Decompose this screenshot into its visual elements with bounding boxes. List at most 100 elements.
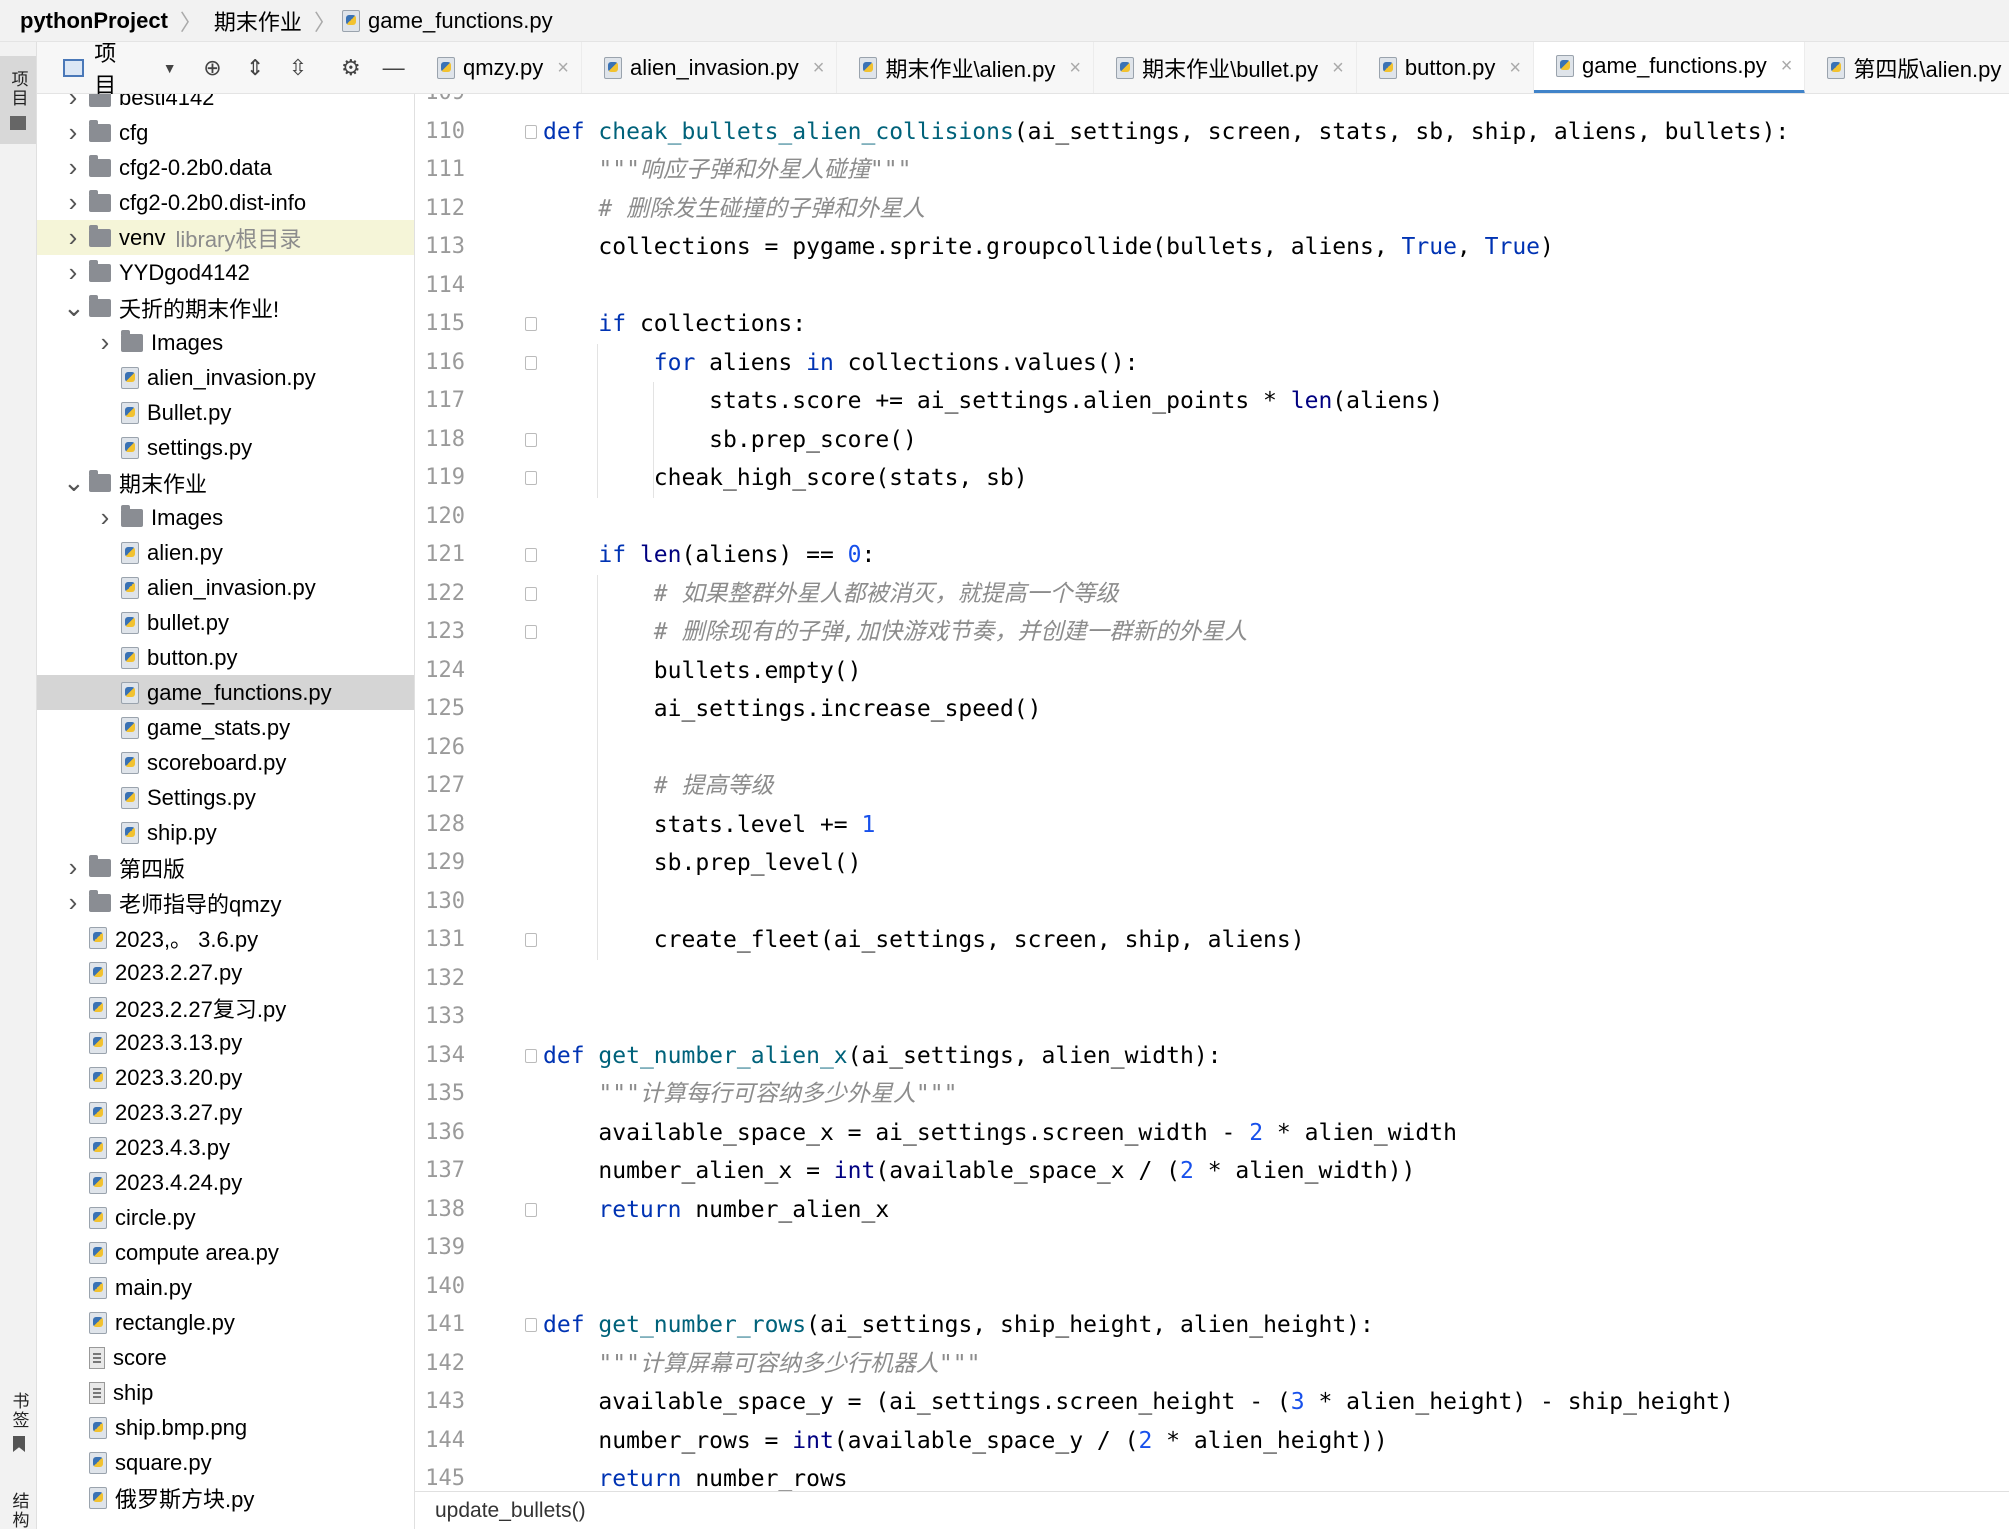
tree-item[interactable]: › Images: [37, 325, 414, 360]
collapse-all-icon[interactable]: ⇳: [285, 54, 312, 82]
current-function-context[interactable]: update_bullets(): [435, 1499, 586, 1523]
close-icon[interactable]: ×: [1332, 57, 1344, 80]
fold-marker-icon[interactable]: [525, 1048, 537, 1063]
code-line[interactable]: 138 return number_alien_x: [415, 1191, 2009, 1230]
tree-item[interactable]: 2023.3.13.py: [37, 1025, 414, 1060]
code-line[interactable]: 131 create_fleet(ai_settings, screen, sh…: [415, 921, 2009, 960]
code-line[interactable]: 121 if len(aliens) == 0:: [415, 536, 2009, 575]
close-icon[interactable]: ×: [1509, 57, 1521, 80]
tree-item[interactable]: bullet.py: [37, 605, 414, 640]
code-line[interactable]: 139: [415, 1229, 2009, 1268]
code-line[interactable]: 142 """计算屏幕可容纳多少行机器人""": [415, 1345, 2009, 1384]
project-view-label[interactable]: 项目: [94, 36, 136, 100]
chevron-down-icon[interactable]: ⌄: [63, 467, 85, 498]
close-icon[interactable]: ×: [1781, 55, 1793, 78]
code-line[interactable]: 134 def get_number_alien_x(ai_settings, a…: [415, 1037, 2009, 1076]
code-line[interactable]: 126: [415, 729, 2009, 768]
code-line[interactable]: 133: [415, 998, 2009, 1037]
tree-item[interactable]: › YYDgod4142: [37, 255, 414, 290]
code-line[interactable]: 113 collections = pygame.sprite.groupcol…: [415, 228, 2009, 267]
chevron-right-icon[interactable]: ›: [63, 94, 83, 113]
tree-item[interactable]: 2023.3.27.py: [37, 1095, 414, 1130]
chevron-right-icon[interactable]: ›: [63, 152, 83, 183]
tree-item[interactable]: alien_invasion.py: [37, 360, 414, 395]
tree-item[interactable]: 2023.3.20.py: [37, 1060, 414, 1095]
code-line[interactable]: 120: [415, 498, 2009, 537]
fold-marker-icon[interactable]: [525, 625, 537, 639]
fold-marker-icon[interactable]: [525, 933, 537, 947]
code-line[interactable]: 145 return number_rows: [415, 1460, 2009, 1491]
tree-item[interactable]: › cfg2-0.2b0.dist-info: [37, 185, 414, 220]
fold-marker-icon[interactable]: [525, 317, 537, 331]
crosshair-icon[interactable]: ⊕: [199, 54, 226, 82]
code-editor[interactable]: 109 110 def cheak_bullets_alien_collisions…: [415, 94, 2009, 1491]
fold-marker-icon[interactable]: [525, 124, 537, 139]
editor-tab[interactable]: game_functions.py ×: [1534, 42, 1806, 93]
code-line[interactable]: 141 def get_number_rows(ai_settings, ship…: [415, 1306, 2009, 1345]
code-line[interactable]: 118 sb.prep_score(): [415, 421, 2009, 460]
fold-marker-icon[interactable]: [525, 586, 537, 601]
gear-icon[interactable]: ⚙: [337, 54, 364, 82]
chevron-right-icon[interactable]: ›: [63, 852, 83, 883]
tree-item[interactable]: rectangle.py: [37, 1305, 414, 1340]
code-line[interactable]: 130: [415, 883, 2009, 922]
code-line[interactable]: 140: [415, 1268, 2009, 1307]
tree-item[interactable]: Settings.py: [37, 780, 414, 815]
tree-item[interactable]: 2023.4.3.py: [37, 1130, 414, 1165]
fold-marker-icon[interactable]: [525, 355, 537, 370]
editor-tab[interactable]: button.py ×: [1357, 42, 1535, 93]
tree-item[interactable]: game_stats.py: [37, 710, 414, 745]
chevron-right-icon[interactable]: ›: [63, 222, 83, 253]
fold-marker-icon[interactable]: [525, 1318, 537, 1332]
code-line[interactable]: 136 available_space_x = ai_settings.scre…: [415, 1114, 2009, 1153]
tree-item[interactable]: 2023.2.27.py: [37, 955, 414, 990]
code-line[interactable]: 125 ai_settings.increase_speed(): [415, 690, 2009, 729]
code-line[interactable]: 132: [415, 960, 2009, 999]
chevron-right-icon[interactable]: ›: [63, 117, 83, 148]
code-line[interactable]: 112 # 删除发生碰撞的子弹和外星人: [415, 190, 2009, 229]
chevron-right-icon[interactable]: ›: [63, 887, 83, 918]
code-line[interactable]: 115 if collections:: [415, 305, 2009, 344]
editor-tab[interactable]: qmzy.py ×: [415, 42, 582, 93]
tree-item[interactable]: › 第四版: [37, 850, 414, 885]
chevron-right-icon[interactable]: ›: [95, 502, 115, 533]
fold-marker-icon[interactable]: [525, 471, 537, 485]
editor-tab[interactable]: 期末作业\alien.py ×: [837, 42, 1095, 93]
chevron-down-icon[interactable]: ▼: [156, 54, 183, 82]
code-line[interactable]: 110 def cheak_bullets_alien_collisions(ai…: [415, 113, 2009, 152]
tree-item[interactable]: 2023,。 3.6.py: [37, 920, 414, 955]
close-icon[interactable]: ×: [1069, 57, 1081, 80]
editor-tab[interactable]: alien_invasion.py ×: [582, 42, 838, 93]
tree-item[interactable]: › cfg: [37, 115, 414, 150]
chevron-right-icon[interactable]: ›: [95, 327, 115, 358]
tree-item[interactable]: ⌄ 期末作业: [37, 465, 414, 500]
breadcrumb-project[interactable]: pythonProject: [0, 0, 174, 42]
tree-item[interactable]: alien_invasion.py: [37, 570, 414, 605]
tool-tab-project[interactable]: 项目: [0, 56, 36, 144]
code-line[interactable]: 144 number_rows = int(available_space_y …: [415, 1422, 2009, 1461]
code-line[interactable]: 123 # 删除现有的子弹,加快游戏节奏，并创建一群新的外星人: [415, 613, 2009, 652]
fold-marker-icon[interactable]: [525, 548, 537, 562]
chevron-down-icon[interactable]: ⌄: [63, 292, 85, 323]
tree-item[interactable]: › cfg2-0.2b0.data: [37, 150, 414, 185]
code-line[interactable]: 117 stats.score += ai_settings.alien_poi…: [415, 382, 2009, 421]
editor-tab[interactable]: 期末作业\bullet.py ×: [1094, 42, 1357, 93]
code-line[interactable]: 116 for aliens in collections.values():: [415, 344, 2009, 383]
tree-item[interactable]: game_functions.py: [37, 675, 414, 710]
tree-item[interactable]: › besti4142: [37, 94, 414, 115]
tree-item[interactable]: 2023.2.27复习.py: [37, 990, 414, 1025]
fold-marker-icon[interactable]: [525, 1202, 537, 1217]
editor-tab[interactable]: 第四版\alien.py: [1805, 42, 2009, 93]
code-line[interactable]: 119 cheak_high_score(stats, sb): [415, 459, 2009, 498]
code-line[interactable]: 128 stats.level += 1: [415, 806, 2009, 845]
breadcrumb-folder[interactable]: 期末作业: [208, 0, 308, 42]
tree-item[interactable]: button.py: [37, 640, 414, 675]
code-line[interactable]: 127 # 提高等级: [415, 767, 2009, 806]
breadcrumb-file[interactable]: game_functions.py: [368, 0, 559, 42]
close-icon[interactable]: ×: [813, 57, 825, 80]
tree-item[interactable]: › venv library根目录: [37, 220, 414, 255]
tree-item[interactable]: 俄罗斯方块.py: [37, 1480, 414, 1515]
code-line[interactable]: 135 """计算每行可容纳多少外星人""": [415, 1075, 2009, 1114]
code-line[interactable]: 129 sb.prep_level(): [415, 844, 2009, 883]
tree-item[interactable]: scoreboard.py: [37, 745, 414, 780]
